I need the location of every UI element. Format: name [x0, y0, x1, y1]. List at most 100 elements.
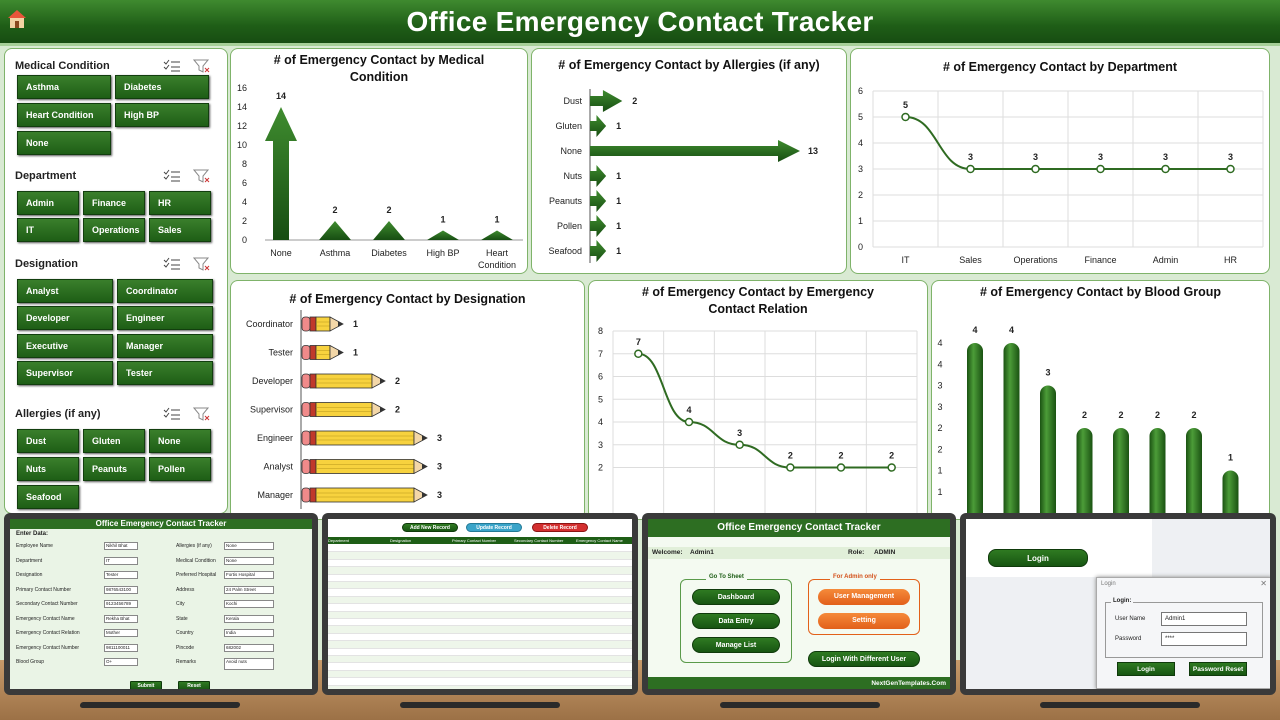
- table-row[interactable]: [328, 663, 632, 671]
- form-input[interactable]: Mother: [104, 629, 138, 637]
- tick-label: 14: [237, 102, 247, 112]
- update-record-button[interactable]: Update Record: [466, 523, 522, 532]
- user-management-button[interactable]: User Management: [818, 589, 910, 605]
- table-row[interactable]: [328, 589, 632, 597]
- dashboard-button[interactable]: Dashboard: [692, 589, 780, 605]
- table-row[interactable]: [328, 670, 632, 679]
- table-row[interactable]: [328, 552, 632, 560]
- submit-button[interactable]: Submit: [130, 681, 162, 689]
- bar-4: [301, 430, 428, 446]
- slicer-item-heart-condition[interactable]: Heart Condition: [17, 103, 111, 127]
- table-row[interactable]: [328, 633, 632, 642]
- slicer-item-it[interactable]: IT: [17, 218, 79, 242]
- multi-select-icon[interactable]: [163, 407, 181, 421]
- form-input[interactable]: 682002: [224, 643, 274, 652]
- slicer-item-engineer[interactable]: Engineer: [117, 306, 213, 330]
- slicer-item-seafood[interactable]: Seafood: [17, 485, 79, 509]
- table-row[interactable]: [328, 678, 632, 686]
- form-input[interactable]: Tester: [104, 571, 138, 579]
- table-row[interactable]: [328, 567, 632, 575]
- table-header-cell[interactable]: Department: [328, 538, 349, 543]
- slicer-item-none[interactable]: None: [17, 131, 111, 155]
- slicer-item-finance[interactable]: Finance: [83, 191, 145, 215]
- table-row[interactable]: [328, 641, 632, 649]
- form-input[interactable]: 9123456789: [104, 600, 138, 608]
- table-header-cell[interactable]: Secondary Contact Number: [514, 538, 563, 543]
- slicer-item-operations[interactable]: Operations: [83, 218, 145, 242]
- clear-filter-icon[interactable]: [192, 257, 211, 271]
- table-row[interactable]: [328, 545, 632, 553]
- form-input[interactable]: Avoid nuts: [224, 658, 274, 670]
- table-row[interactable]: [328, 656, 632, 664]
- table-header-cell[interactable]: Emergency Contact Name: [576, 538, 623, 543]
- clear-filter-icon[interactable]: [192, 59, 211, 73]
- slicer-item-analyst[interactable]: Analyst: [17, 279, 113, 303]
- form-input[interactable]: India: [224, 629, 274, 637]
- manage-list-button[interactable]: Manage List: [692, 637, 780, 653]
- tick-label: 2: [598, 463, 603, 473]
- form-input[interactable]: 24 Palm Street: [224, 585, 274, 594]
- slicer-item-none[interactable]: None: [149, 429, 211, 453]
- slicer-item-developer[interactable]: Developer: [17, 306, 113, 330]
- form-input[interactable]: Nikhil Bhat: [104, 542, 138, 550]
- multi-select-icon[interactable]: [163, 169, 181, 183]
- menu-title: Office Emergency Contact Tracker: [648, 519, 950, 537]
- data-label: 2: [1082, 410, 1087, 420]
- table-row[interactable]: [328, 685, 632, 689]
- login-launch-button[interactable]: Login: [988, 549, 1088, 567]
- form-input[interactable]: 9876543100: [104, 585, 138, 594]
- clear-filter-icon[interactable]: [192, 169, 211, 183]
- data-entry-button[interactable]: Data Entry: [692, 613, 780, 629]
- slicer-item-nuts[interactable]: Nuts: [17, 457, 79, 481]
- table-row[interactable]: [328, 619, 632, 627]
- slicer-item-diabetes[interactable]: Diabetes: [115, 75, 209, 99]
- form-input[interactable]: 9811100011: [104, 643, 138, 652]
- slicer-item-hr[interactable]: HR: [149, 191, 211, 215]
- password-reset-button[interactable]: Password Reset: [1189, 662, 1247, 676]
- table-row[interactable]: [328, 559, 632, 568]
- slicer-item-sales[interactable]: Sales: [149, 218, 211, 242]
- slicer-item-coordinator[interactable]: Coordinator: [117, 279, 213, 303]
- username-input[interactable]: Admin1: [1161, 612, 1247, 626]
- delete-record-button[interactable]: Delete Record: [532, 523, 588, 532]
- slicer-item-executive[interactable]: Executive: [17, 334, 113, 358]
- slicer-item-gluten[interactable]: Gluten: [83, 429, 145, 453]
- slicer-item-dust[interactable]: Dust: [17, 429, 79, 453]
- setting-button[interactable]: Setting: [818, 613, 910, 629]
- table-header-cell[interactable]: Designation: [390, 538, 411, 543]
- table-row[interactable]: [328, 626, 632, 634]
- slicer-item-asthma[interactable]: Asthma: [17, 75, 111, 99]
- login-different-user-button[interactable]: Login With Different User: [808, 651, 920, 667]
- table-row[interactable]: [328, 596, 632, 605]
- login-submit-button[interactable]: Login: [1117, 662, 1175, 676]
- form-input[interactable]: O+: [104, 658, 138, 666]
- slicer-item-admin[interactable]: Admin: [17, 191, 79, 215]
- form-input[interactable]: IT: [104, 556, 138, 565]
- multi-select-icon[interactable]: [163, 59, 181, 73]
- multi-select-icon[interactable]: [163, 257, 181, 271]
- slicer-item-pollen[interactable]: Pollen: [149, 457, 211, 481]
- slicer-item-peanuts[interactable]: Peanuts: [83, 457, 145, 481]
- form-input[interactable]: Fortis Hospital: [224, 571, 274, 579]
- password-input[interactable]: ****: [1161, 632, 1247, 646]
- slicer-item-tester[interactable]: Tester: [117, 361, 213, 385]
- reset-button[interactable]: Reset: [178, 681, 210, 689]
- form-input[interactable]: None: [224, 542, 274, 550]
- form-input[interactable]: Rekha Bhat: [104, 614, 138, 623]
- table-row[interactable]: [328, 648, 632, 656]
- add-record-button[interactable]: Add New Record: [402, 523, 458, 532]
- tick-label: Operations: [1013, 255, 1058, 265]
- table-header-cell[interactable]: Primary Contact Number: [452, 538, 496, 543]
- table-row[interactable]: [328, 604, 632, 612]
- clear-filter-icon[interactable]: [192, 407, 211, 421]
- slicer-item-high-bp[interactable]: High BP: [115, 103, 209, 127]
- slicer-item-manager[interactable]: Manager: [117, 334, 213, 358]
- form-input[interactable]: None: [224, 556, 274, 565]
- form-input[interactable]: Kochi: [224, 600, 274, 608]
- form-input[interactable]: Kerala: [224, 614, 274, 623]
- table-row[interactable]: [328, 582, 632, 590]
- close-icon[interactable]: ✕: [1260, 579, 1267, 588]
- table-row[interactable]: [328, 574, 632, 582]
- slicer-item-supervisor[interactable]: Supervisor: [17, 361, 113, 385]
- table-row[interactable]: [328, 611, 632, 619]
